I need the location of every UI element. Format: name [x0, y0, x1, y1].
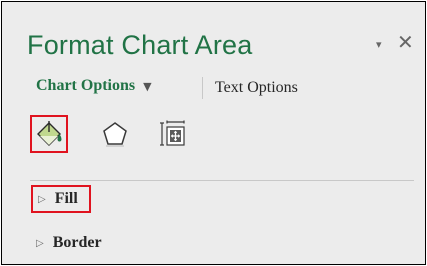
size-properties-tab-button[interactable] — [153, 115, 191, 153]
close-icon[interactable]: ✕ — [397, 32, 414, 52]
fill-line-tab-button[interactable] — [30, 115, 68, 153]
expand-arrow-icon: ▷ — [38, 193, 46, 205]
pentagon-icon — [103, 122, 127, 147]
fill-section-label: Fill — [54, 190, 78, 207]
effects-tab-button[interactable] — [96, 115, 134, 153]
size-properties-icon — [160, 120, 185, 146]
fill-section-header[interactable]: ▷ Fill — [31, 185, 91, 213]
format-chart-area-pane: Format Chart Area ▾ ✕ Chart Options ▼ Tex… — [1, 1, 426, 265]
paint-bucket-icon — [37, 121, 62, 146]
expand-arrow-icon: ▷ — [36, 237, 44, 249]
tab-chart-options[interactable]: Chart Options — [36, 77, 135, 95]
pane-title: Format Chart Area — [27, 30, 253, 60]
border-section-label: Border — [52, 234, 102, 251]
chart-options-dropdown-icon[interactable]: ▼ — [143, 80, 151, 93]
task-pane-options-icon[interactable]: ▾ — [376, 39, 382, 50]
options-tabs: Chart Options ▼ Text Options — [36, 77, 298, 99]
section-divider — [30, 180, 414, 181]
tab-text-options[interactable]: Text Options — [202, 77, 298, 99]
border-section-header[interactable]: ▷ Border — [31, 229, 102, 257]
